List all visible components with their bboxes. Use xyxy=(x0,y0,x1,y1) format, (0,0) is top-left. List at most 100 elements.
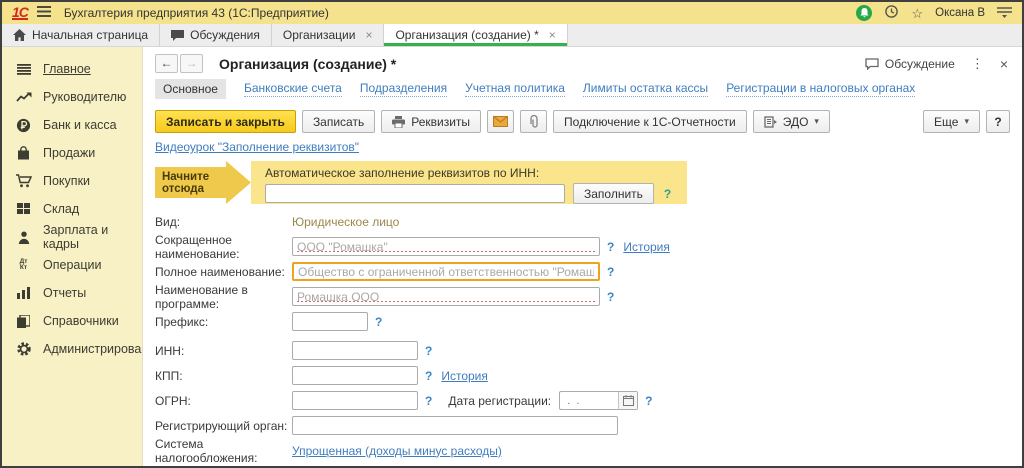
help-question-icon[interactable]: ? xyxy=(425,369,432,383)
paperclip-icon xyxy=(529,115,539,129)
tab-bar: Начальная страница Обсуждения Организаци… xyxy=(2,24,1022,47)
page-title: Организация (создание) * xyxy=(219,56,396,72)
email-button[interactable] xyxy=(487,110,514,133)
inn-autofill-callout: Начните отсюда Автоматическое заполнение… xyxy=(155,161,1022,204)
save-close-button[interactable]: Записать и закрыть xyxy=(155,110,296,133)
full-name-label: Полное наименование: xyxy=(155,265,292,279)
video-tutorial-link[interactable]: Видеоурок "Заполнение реквизитов" xyxy=(155,140,359,154)
registration-date-input[interactable] xyxy=(560,393,618,408)
nav-tax-registrations[interactable]: Регистрации в налоговых органах xyxy=(726,81,915,97)
sidebar-item-payroll-hr[interactable]: Зарплата и кадры xyxy=(2,223,142,251)
kpp-history-link[interactable]: История xyxy=(441,369,488,383)
more-button[interactable]: Еще ▾ xyxy=(923,110,980,133)
help-question-icon[interactable]: ? xyxy=(425,344,432,358)
ruble-icon xyxy=(15,118,32,133)
kind-label: Вид: xyxy=(155,215,292,229)
book-icon xyxy=(15,315,32,328)
1c-logo: 1С xyxy=(12,6,28,20)
nav-cash-limits[interactable]: Лимиты остатка кассы xyxy=(583,81,708,97)
sidebar-item-bank-cash[interactable]: Банк и касса xyxy=(2,111,142,139)
organization-form: Вид: Юридическое лицо Сокращенное наимен… xyxy=(143,210,1022,466)
user-name[interactable]: Оксана В xyxy=(935,7,985,19)
grid-icon xyxy=(15,203,32,215)
tab-close-icon[interactable]: × xyxy=(365,28,372,42)
edo-button[interactable]: ЭДО ▾ xyxy=(753,110,830,133)
sidebar-item-sales[interactable]: Продажи xyxy=(2,139,142,167)
tab-organization-create[interactable]: Организация (создание) * × xyxy=(384,24,567,46)
form-nav-links: Основное Банковские счета Подразделения … xyxy=(143,76,1022,106)
prefix-input[interactable] xyxy=(292,312,368,331)
nav-bank-accounts[interactable]: Банковские счета xyxy=(244,81,342,97)
tab-discussions[interactable]: Обсуждения xyxy=(160,24,272,46)
envelope-icon xyxy=(493,116,508,127)
sidebar-item-purchases[interactable]: Покупки xyxy=(2,167,142,195)
help-question-icon[interactable]: ? xyxy=(645,394,652,408)
nav-main[interactable]: Основное xyxy=(155,79,226,99)
ogrn-input[interactable] xyxy=(292,391,418,410)
program-name-label: Наименование в программе: xyxy=(155,283,292,311)
short-name-history-link[interactable]: История xyxy=(623,240,670,254)
tab-home[interactable]: Начальная страница xyxy=(2,24,160,46)
edo-icon xyxy=(764,116,777,128)
help-button[interactable]: ? xyxy=(986,110,1010,133)
sidebar-item-manager[interactable]: Руководителю xyxy=(2,83,142,111)
requisites-button[interactable]: Реквизиты xyxy=(381,110,481,133)
sidebar-item-main[interactable]: Главное xyxy=(2,55,142,83)
prefix-label: Префикс: xyxy=(155,315,292,329)
sidebar-item-warehouse[interactable]: Склад xyxy=(2,195,142,223)
tax-system-label: Система налогообложения: xyxy=(155,437,292,465)
back-button[interactable]: ← xyxy=(155,54,178,73)
history-icon[interactable] xyxy=(884,4,899,22)
panel-header: ← → Организация (создание) * Обсуждение … xyxy=(143,47,1022,76)
help-question-icon[interactable]: ? xyxy=(607,290,614,304)
bar-chart-icon xyxy=(15,287,32,299)
notifications-icon[interactable] xyxy=(856,5,872,21)
short-name-input[interactable] xyxy=(292,237,600,256)
help-question-icon[interactable]: ? xyxy=(607,265,614,279)
nav-accounting-policy[interactable]: Учетная политика xyxy=(465,81,565,97)
service-menu-icon[interactable] xyxy=(997,6,1012,21)
home-icon xyxy=(13,29,26,41)
program-name-input[interactable] xyxy=(292,287,600,306)
sidebar-item-reports[interactable]: Отчеты xyxy=(2,279,142,307)
short-name-label: Сокращенное наименование: xyxy=(155,233,292,261)
help-question-icon[interactable]: ? xyxy=(607,240,614,254)
main-panel: ← → Организация (создание) * Обсуждение … xyxy=(142,47,1022,466)
sidebar-item-directories[interactable]: Справочники xyxy=(2,307,142,335)
registration-date-label: Дата регистрации: xyxy=(448,394,551,408)
registering-authority-label: Регистрирующий орган: xyxy=(155,419,292,433)
save-button[interactable]: Записать xyxy=(302,110,375,133)
help-question-icon[interactable]: ? xyxy=(664,187,671,201)
person-icon xyxy=(15,231,32,244)
kind-value[interactable]: Юридическое лицо xyxy=(292,215,399,229)
tax-system-link[interactable]: Упрощенная (доходы минус расходы) xyxy=(292,444,502,458)
inn-input[interactable] xyxy=(292,341,418,360)
registering-authority-input[interactable] xyxy=(292,416,618,435)
connect-1c-reporting-button[interactable]: Подключение к 1С-Отчетности xyxy=(553,110,747,133)
kpp-input[interactable] xyxy=(292,366,418,385)
forward-button[interactable]: → xyxy=(180,54,203,73)
kpp-label: КПП: xyxy=(155,369,292,383)
inn-label: ИНН: xyxy=(155,344,292,358)
discussion-button[interactable]: Обсуждение xyxy=(865,57,955,71)
help-question-icon[interactable]: ? xyxy=(425,394,432,408)
hamburger-icon xyxy=(15,64,32,75)
main-menu-icon[interactable] xyxy=(37,6,51,20)
inn-autofill-input[interactable] xyxy=(265,184,565,203)
nav-departments[interactable]: Подразделения xyxy=(360,81,447,97)
ogrn-label: ОГРН: xyxy=(155,394,292,408)
help-question-icon[interactable]: ? xyxy=(375,315,382,329)
sidebar-item-operations[interactable]: ДтКт Операции xyxy=(2,251,142,279)
attachment-button[interactable] xyxy=(520,110,547,133)
fill-button[interactable]: Заполнить xyxy=(573,183,654,204)
tab-organizations[interactable]: Организации × xyxy=(272,24,385,46)
favorites-icon[interactable]: ☆ xyxy=(911,7,923,20)
registration-date-field[interactable] xyxy=(559,391,638,410)
tab-close-icon[interactable]: × xyxy=(549,28,556,42)
more-menu-icon[interactable]: ⋮ xyxy=(971,56,984,72)
dt-kt-icon: ДтКт xyxy=(15,259,32,271)
full-name-input[interactable] xyxy=(292,262,600,281)
sidebar-item-administration[interactable]: Администрирование xyxy=(2,335,142,363)
calendar-icon[interactable] xyxy=(618,392,637,409)
close-form-icon[interactable]: × xyxy=(1000,56,1008,72)
